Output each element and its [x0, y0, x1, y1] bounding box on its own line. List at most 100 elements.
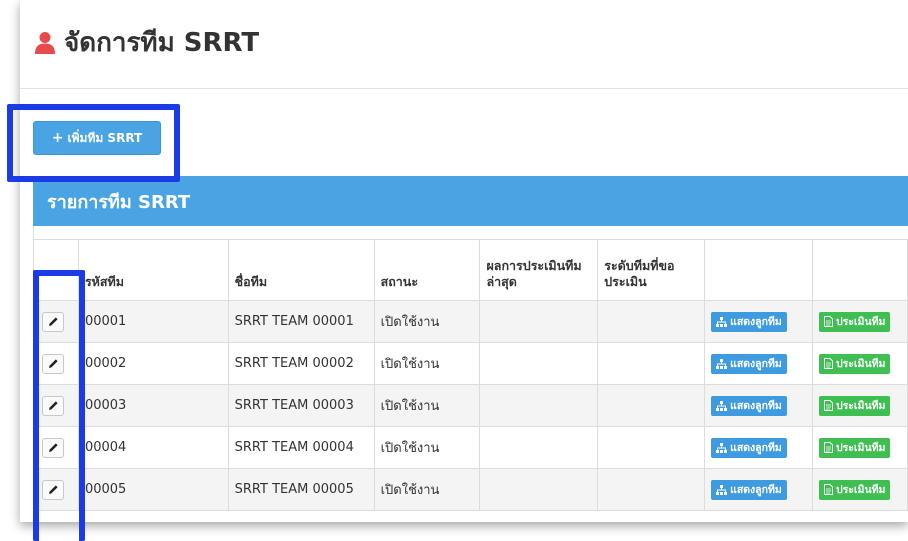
sitemap-icon [716, 400, 728, 411]
sitemap-icon [716, 442, 728, 453]
show-members-button[interactable]: แสดงลูกทีม [711, 479, 787, 500]
members-action-cell: แสดงลูกทีม [704, 384, 813, 427]
show-members-label: แสดงลูกทีม [730, 358, 782, 370]
sitemap-icon [716, 316, 728, 327]
team-name-cell: SRRT TEAM 00003 [227, 384, 375, 427]
evaluate-action-cell: ประเมินทีม [811, 426, 908, 469]
evaluate-action-cell: ประเมินทีม [811, 384, 908, 427]
evaluate-team-label: ประเมินทีม [835, 442, 886, 454]
show-members-button[interactable]: แสดงลูกทีม [711, 395, 787, 416]
document-icon [823, 484, 833, 495]
team-code-cell: 00004 [77, 426, 229, 469]
col-code-header: รหัสทีม [77, 239, 229, 301]
team-name-cell: SRRT TEAM 00005 [227, 468, 375, 511]
team-name-cell: SRRT TEAM 00002 [227, 342, 375, 385]
col-evaluate-action-header [811, 239, 908, 301]
team-table: รหัสทีม ชื่อทีม สถานะ ผลการประเมินทีมล่า… [33, 239, 908, 511]
col-latest-result-header: ผลการประเมินทีมล่าสุด [479, 239, 599, 301]
edit-button[interactable] [42, 395, 64, 416]
table-row: 00003 SRRT TEAM 00003 เปิดใช้งาน แสดงลูก… [33, 384, 908, 427]
plus-icon: + [51, 130, 64, 146]
evaluate-team-label: ประเมินทีม [835, 484, 886, 496]
col-edit-header [33, 239, 79, 301]
edit-cell [33, 342, 79, 385]
requested-level-cell [597, 384, 706, 427]
team-code-cell: 00002 [77, 342, 229, 385]
evaluate-team-button[interactable]: ประเมินทีม [818, 479, 891, 500]
requested-level-cell [597, 426, 706, 469]
members-action-cell: แสดงลูกทีม [704, 468, 813, 511]
col-members-action-header [704, 239, 813, 301]
show-members-button[interactable]: แสดงลูกทีม [711, 311, 787, 332]
pencil-icon [48, 317, 58, 326]
show-members-label: แสดงลูกทีม [730, 484, 782, 496]
latest-result-cell [479, 342, 599, 385]
status-cell: เปิดใช้งาน [373, 384, 481, 427]
evaluate-team-label: ประเมินทีม [835, 400, 886, 412]
requested-level-cell [597, 342, 706, 385]
page-title-text: จัดการทีม SRRT [64, 28, 260, 58]
show-members-label: แสดงลูกทีม [730, 400, 782, 412]
sitemap-icon [716, 358, 728, 369]
status-cell: เปิดใช้งาน [373, 300, 481, 343]
show-members-button[interactable]: แสดงลูกทีม [711, 437, 787, 458]
edit-button[interactable] [42, 311, 64, 332]
evaluate-team-button[interactable]: ประเมินทีม [818, 395, 891, 416]
evaluate-team-button[interactable]: ประเมินทีม [818, 311, 891, 332]
table-row: 00004 SRRT TEAM 00004 เปิดใช้งาน แสดงลูก… [33, 426, 908, 469]
evaluate-action-cell: ประเมินทีม [811, 468, 908, 511]
table-header-row: รหัสทีม ชื่อทีม สถานะ ผลการประเมินทีมล่า… [33, 239, 908, 301]
pencil-icon [48, 359, 58, 368]
latest-result-cell [479, 426, 599, 469]
evaluate-team-label: ประเมินทีม [835, 358, 886, 370]
edit-cell [33, 426, 79, 469]
col-name-header: ชื่อทีม [227, 239, 375, 301]
team-name-cell: SRRT TEAM 00001 [227, 300, 375, 343]
team-code-cell: 00001 [77, 300, 229, 343]
latest-result-cell [479, 300, 599, 343]
edit-button[interactable] [42, 479, 64, 500]
pencil-icon [48, 401, 58, 410]
team-name-cell: SRRT TEAM 00004 [227, 426, 375, 469]
evaluate-action-cell: ประเมินทีม [811, 342, 908, 385]
edit-cell [33, 384, 79, 427]
table-row: 00005 SRRT TEAM 00005 เปิดใช้งาน แสดงลูก… [33, 468, 908, 511]
panel-heading-text: รายการทีม SRRT [47, 191, 191, 213]
add-team-button[interactable]: + เพิ่มทีม SRRT [33, 121, 161, 155]
document-icon [823, 400, 833, 411]
edit-button[interactable] [42, 353, 64, 374]
table-row: 00001 SRRT TEAM 00001 เปิดใช้งาน แสดงลูก… [33, 300, 908, 343]
team-code-cell: 00003 [77, 384, 229, 427]
user-icon [35, 31, 55, 54]
table-row: 00002 SRRT TEAM 00002 เปิดใช้งาน แสดงลูก… [33, 342, 908, 385]
edit-button[interactable] [42, 437, 64, 458]
panel-heading: รายการทีม SRRT [33, 176, 908, 226]
sitemap-icon [716, 484, 728, 495]
document-icon [823, 316, 833, 327]
requested-level-cell [597, 468, 706, 511]
requested-level-cell [597, 300, 706, 343]
status-cell: เปิดใช้งาน [373, 468, 481, 511]
show-members-label: แสดงลูกทีม [730, 442, 782, 454]
col-requested-level-header: ระดับทีมที่ขอประเมิน [597, 239, 706, 301]
pencil-icon [48, 443, 58, 452]
document-icon [823, 442, 833, 453]
team-code-cell: 00005 [77, 468, 229, 511]
add-team-label: เพิ่มทีม SRRT [67, 130, 143, 145]
latest-result-cell [479, 468, 599, 511]
show-members-button[interactable]: แสดงลูกทีม [711, 353, 787, 374]
members-action-cell: แสดงลูกทีม [704, 300, 813, 343]
page-title: จัดการทีม SRRT [34, 22, 259, 63]
evaluate-action-cell: ประเมินทีม [811, 300, 908, 343]
members-action-cell: แสดงลูกทีม [704, 426, 813, 469]
evaluate-team-label: ประเมินทีม [835, 316, 886, 328]
document-icon [823, 358, 833, 369]
latest-result-cell [479, 384, 599, 427]
evaluate-team-button[interactable]: ประเมินทีม [818, 353, 891, 374]
members-action-cell: แสดงลูกทีม [704, 342, 813, 385]
edit-cell [33, 300, 79, 343]
show-members-label: แสดงลูกทีม [730, 316, 782, 328]
evaluate-team-button[interactable]: ประเมินทีม [818, 437, 891, 458]
status-cell: เปิดใช้งาน [373, 342, 481, 385]
status-cell: เปิดใช้งาน [373, 426, 481, 469]
